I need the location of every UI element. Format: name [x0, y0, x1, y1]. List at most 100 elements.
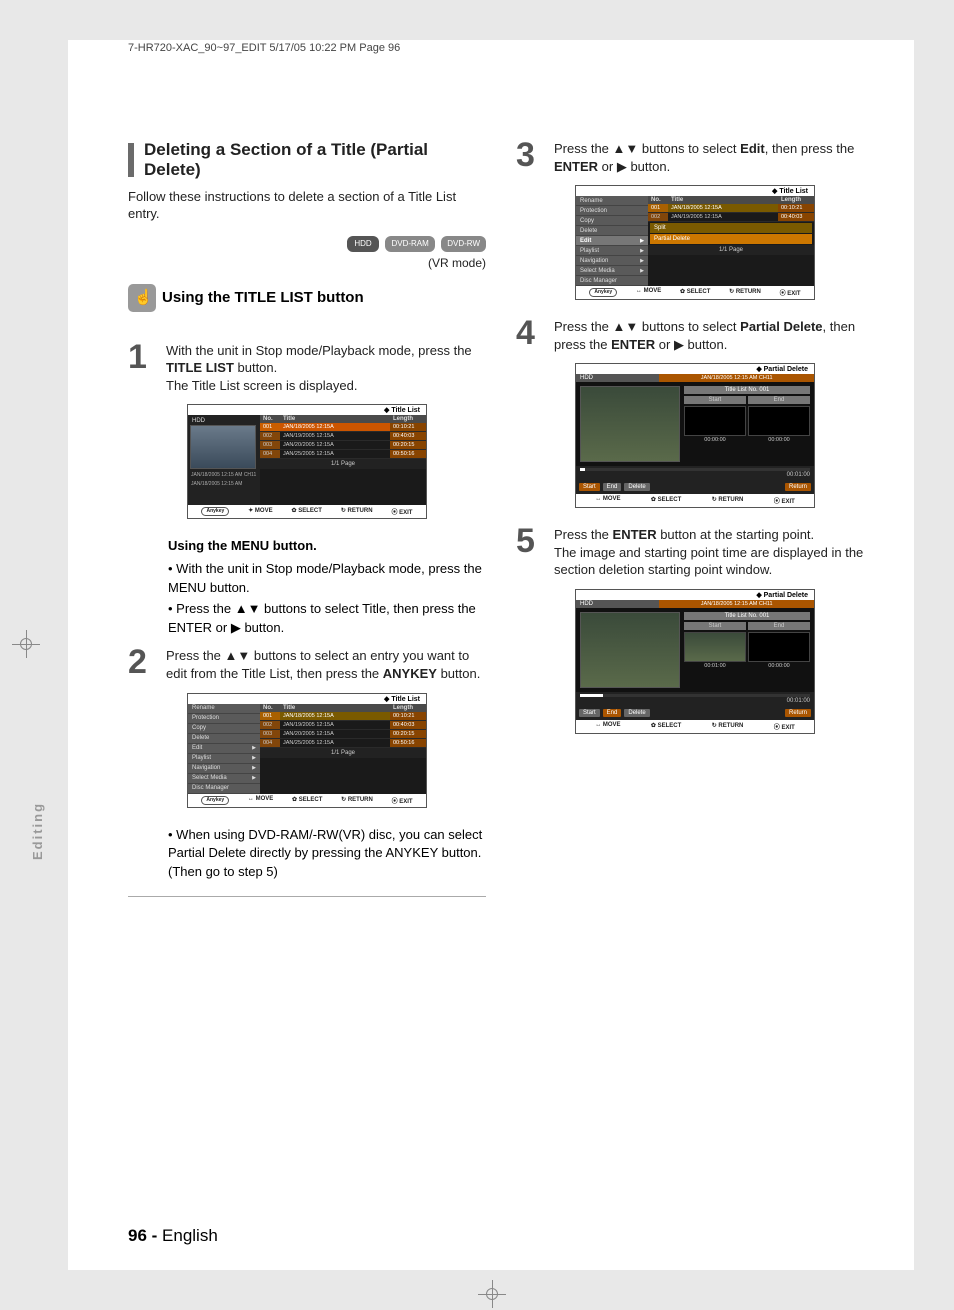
- osd-page-indicator: 1/1 Page: [260, 459, 426, 469]
- osd-cell: 00:40:03: [390, 432, 426, 440]
- osd-menu-copy: Copy: [188, 724, 260, 734]
- osd-menu-rename: Rename: [576, 196, 648, 206]
- pd-source: HDD: [576, 374, 659, 382]
- pd-delete-button: Delete: [624, 483, 649, 491]
- osd-row-selected: 001 JAN/18/2005 12:15A 00:10:21: [260, 423, 426, 432]
- section-side-label: Editing: [30, 802, 45, 860]
- osd-table-header: No. Title Length: [260, 704, 426, 712]
- osd-cell: 002: [260, 432, 280, 440]
- step-text-segment: With the unit in Stop mode/Playback mode…: [166, 343, 472, 358]
- print-header: 7-HR720-XAC_90~97_EDIT 5/17/05 10:22 PM …: [128, 40, 874, 60]
- osd-row: 003 JAN/20/2005 12:15A 00:20:15: [260, 441, 426, 450]
- osd-context-menu: Rename Protection Copy Delete Edit▶ Play…: [576, 196, 648, 286]
- hdd-badge: HDD: [347, 236, 379, 252]
- step-text: With the unit in Stop mode/Playback mode…: [166, 342, 486, 395]
- pd-main-preview: [580, 612, 680, 688]
- osd-meta-line: JAN/18/2005 12:15 AM: [190, 480, 258, 489]
- section-title: Deleting a Section of a Title (Partial D…: [128, 140, 486, 181]
- osd-menu-navigation: Navigation▶: [188, 764, 260, 774]
- osd-menu-navigation: Navigation▶: [576, 256, 648, 266]
- osd-row: 001 JAN/18/2005 12:15A 00:10:21: [648, 204, 814, 213]
- osd-helpbar: Anykey ✦ MOVE ✿ SELECT ↻ RETURN ⦿ EXIT: [188, 505, 426, 518]
- pd-end-time: 00:00:00: [748, 437, 810, 443]
- osd-menu-rename: Rename: [188, 704, 260, 714]
- pd-end-thumb: [748, 406, 810, 436]
- step-text-bold: TITLE LIST: [166, 360, 234, 375]
- pd-end-time: 00:00:00: [748, 663, 810, 669]
- osd-page-indicator: 1/1 Page: [260, 748, 426, 758]
- page-number: 96 -: [128, 1226, 157, 1245]
- pd-start-thumb: [684, 632, 746, 662]
- pd-rec-label: JAN/18/2005 12:15 AM CH11: [659, 374, 814, 382]
- osd-menu-delete: Delete: [576, 226, 648, 236]
- registration-mark-left: [12, 630, 40, 658]
- registration-mark-bottom: [478, 1280, 506, 1308]
- osd-helpbar: ↔ MOVE ✿ SELECT ↻ RETURN ⦿ EXIT: [576, 494, 814, 507]
- osd-col-length: Length: [390, 415, 426, 423]
- osd-menu-playlist: Playlist▶: [188, 754, 260, 764]
- osd-cell: 004: [260, 450, 280, 458]
- osd-context-menu: Rename Protection Copy Delete Edit▶ Play…: [188, 704, 260, 794]
- osd-col-no: No.: [260, 415, 280, 423]
- pd-start-button: Start: [579, 709, 600, 717]
- pd-titlebar: Partial Delete: [576, 364, 814, 374]
- menu-alternative-block: Using the MENU button. • With the unit i…: [168, 537, 486, 637]
- step-4: 4 Press the ▲▼ buttons to select Partial…: [516, 318, 874, 353]
- osd-screenshot-anykey-menu: Title List Rename Protection Copy Delete…: [187, 693, 427, 808]
- osd-help-return: ↻ RETURN: [341, 507, 373, 516]
- osd-row: 004 JAN/25/2005 12:15A 00:50:16: [260, 450, 426, 459]
- osd-submenu-split: Split: [650, 223, 812, 233]
- step-number: 3: [516, 140, 544, 175]
- osd-thumbnail: [190, 425, 256, 469]
- menu-alt-heading: Using the MENU button.: [168, 537, 486, 556]
- osd-table-header: No. Title Length: [260, 415, 426, 423]
- osd-menu-select-media: Select Media▶: [188, 774, 260, 784]
- step-1: 1 With the unit in Stop mode/Playback mo…: [128, 342, 486, 395]
- section-title-text: Deleting a Section of a Title (Partial D…: [144, 140, 486, 181]
- dvd-rw-badge: DVD-RW: [441, 236, 486, 252]
- osd-help-select: ✿ SELECT: [292, 507, 322, 516]
- subheading-text: Using the TITLE LIST button: [162, 289, 364, 306]
- osd-menu-delete: Delete: [188, 734, 260, 744]
- osd-meta-line: JAN/18/2005 12:15 AM CH11: [190, 471, 258, 480]
- intro-paragraph: Follow these instructions to delete a se…: [128, 189, 486, 223]
- step-number: 4: [516, 318, 544, 353]
- pd-start-time: 00:00:00: [684, 437, 746, 443]
- osd-row: 003 JAN/20/2005 12:15A 00:20:15: [260, 730, 426, 739]
- osd-menu-copy: Copy: [576, 216, 648, 226]
- osd-cell: 00:20:15: [390, 441, 426, 449]
- pd-rec-label: JAN/18/2005 12:15 AM CH11: [659, 600, 814, 608]
- pd-source: HDD: [576, 600, 659, 608]
- osd-row-selected: 001 JAN/18/2005 12:15A 00:10:21: [260, 712, 426, 721]
- step-text-line: The Title List screen is displayed.: [166, 378, 357, 393]
- two-column-layout: Deleting a Section of a Title (Partial D…: [128, 60, 874, 911]
- osd-screenshot-partial-delete-start-set: Partial Delete HDD JAN/18/2005 12:15 AM …: [575, 589, 815, 734]
- pd-delete-button: Delete: [624, 709, 649, 717]
- step-text: Press the ENTER button at the starting p…: [554, 526, 874, 579]
- osd-titlebar: Title List: [188, 694, 426, 704]
- pd-end-label: End: [748, 396, 810, 404]
- left-column: Deleting a Section of a Title (Partial D…: [128, 140, 486, 911]
- osd-cell: JAN/20/2005 12:15A: [280, 441, 390, 449]
- osd-row: 004 JAN/25/2005 12:15A 00:50:16: [260, 739, 426, 748]
- step-text-segment: button.: [234, 360, 277, 375]
- osd-cell: 00:50:16: [390, 450, 426, 458]
- pd-start-time: 00:01:00: [684, 663, 746, 669]
- osd-source-label: HDD: [190, 417, 258, 425]
- osd-table-header: No. Title Length: [648, 196, 814, 204]
- osd-titlebar: Title List: [576, 186, 814, 196]
- pd-start-thumb: [684, 406, 746, 436]
- dvd-ram-badge: DVD-RAM: [385, 236, 434, 252]
- osd-helpbar: ↔ MOVE ✿ SELECT ↻ RETURN ⦿ EXIT: [576, 720, 814, 733]
- step-text: Press the ▲▼ buttons to select Edit, the…: [554, 140, 874, 175]
- osd-menu-protection: Protection: [188, 714, 260, 724]
- pd-return-button: Return: [785, 483, 811, 491]
- step-number: 2: [128, 647, 156, 682]
- pd-progress-bar: [580, 694, 810, 697]
- subheading-row: Using the TITLE LIST button: [128, 284, 486, 312]
- pd-end-thumb: [748, 632, 810, 662]
- osd-cell: JAN/25/2005 12:15A: [280, 450, 390, 458]
- osd-menu-playlist: Playlist▶: [576, 246, 648, 256]
- pd-main-preview: [580, 386, 680, 462]
- osd-screenshot-title-list: Title List HDD JAN/18/2005 12:15 AM CH11…: [187, 404, 427, 519]
